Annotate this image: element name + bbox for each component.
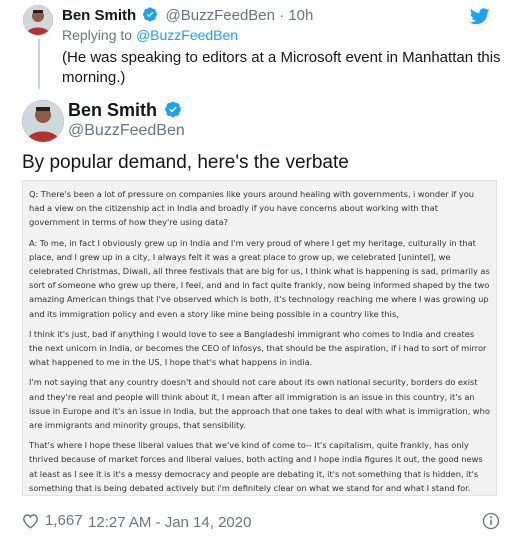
like-button[interactable]: 1,667 <box>22 512 83 529</box>
transcript-paragraph: I think it's just, bad if anything I wou… <box>29 328 487 368</box>
main-author-handle[interactable]: @BuzzFeedBen <box>68 122 185 140</box>
main-avatar[interactable] <box>22 100 64 142</box>
tweet-footer: 1,667 12:27 AM - Jan 14, 2020 <box>22 512 502 534</box>
replying-prefix: Replying to <box>62 27 133 43</box>
heart-icon <box>23 513 38 529</box>
transcript-paragraph: I'm not saying that any country doesn't … <box>29 377 490 431</box>
twitter-logo-icon[interactable] <box>470 8 490 25</box>
transcript-paragraph: A: To me, in fact I obviously grew up in… <box>29 237 490 319</box>
reply-author-name[interactable]: Ben Smith <box>62 7 136 24</box>
tweet-timestamp[interactable]: 12:27 AM - Jan 14, 2020 <box>88 514 251 531</box>
transcript-paragraph: Q: There's been a lot of pressure on com… <box>29 189 475 228</box>
verified-badge-icon <box>143 7 158 22</box>
replying-to-link[interactable]: @BuzzFeedBen <box>136 27 238 43</box>
transcript-paragraph: That's where I hope these liberal values… <box>29 440 483 493</box>
attached-image[interactable]: Q: There's been a lot of pressure on com… <box>22 180 497 496</box>
reply-time[interactable]: 10h <box>288 7 313 24</box>
reply-avatar[interactable] <box>23 5 53 35</box>
replying-to-line: Replying to @BuzzFeedBen <box>62 27 238 43</box>
tweet-text: By popular demand, here's the verbate <box>22 152 349 173</box>
reply-text: (He was speaking to editors at a Microso… <box>62 49 501 86</box>
main-tweet-header: Ben Smith @BuzzFeedBen <box>22 100 502 144</box>
thread-line <box>38 39 40 89</box>
like-count: 1,667 <box>45 512 83 529</box>
main-author-name[interactable]: Ben Smith <box>68 100 157 120</box>
reply-header: Ben Smith @BuzzFeedBen · 10h <box>62 6 313 25</box>
reply-author-handle[interactable]: @BuzzFeedBen <box>166 7 275 24</box>
main-author-line: Ben Smith <box>68 100 185 121</box>
reply-tweet[interactable]: Ben Smith @BuzzFeedBen · 10h Replying to… <box>0 0 520 92</box>
info-icon[interactable] <box>482 512 500 530</box>
separator-dot: · <box>279 7 285 24</box>
verified-badge-icon <box>165 101 181 118</box>
